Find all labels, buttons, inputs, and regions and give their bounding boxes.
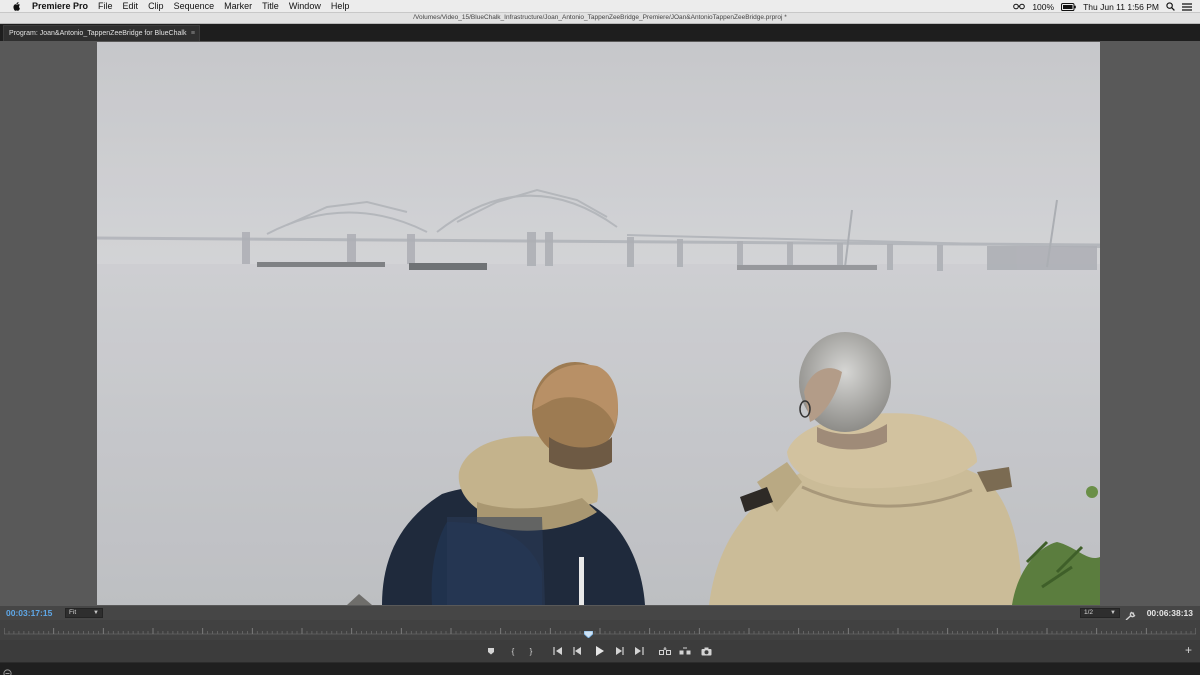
status-indicator-icon[interactable] [3, 665, 12, 675]
current-timecode[interactable]: 00:03:17:15 [6, 607, 52, 619]
spotlight-search-icon[interactable] [1166, 2, 1175, 11]
menu-edit[interactable]: Edit [123, 1, 139, 11]
go-to-out-icon[interactable] [633, 645, 645, 657]
menu-extras: 100% Thu Jun 11 1:56 PM [1013, 0, 1192, 13]
zoom-level-dropdown[interactable]: Fit ▼ [65, 608, 103, 618]
video-frame[interactable] [97, 42, 1100, 605]
playback-resolution-value: 1/2 [1084, 609, 1094, 616]
status-bar [0, 662, 1200, 675]
playback-resolution-dropdown[interactable]: 1/2 ▼ [1080, 608, 1120, 618]
panel-tab-bar: Program: Joan&Antonio_TappenZeeBridge fo… [0, 24, 1200, 41]
menu-help[interactable]: Help [331, 1, 350, 11]
menu-app-name[interactable]: Premiere Pro [32, 1, 88, 11]
monitor-info-bar: 00:03:17:15 Fit ▼ 1/2 ▼ 00:06:38:13 [0, 606, 1200, 621]
button-editor-plus[interactable]: + [1185, 644, 1192, 656]
notification-center-icon[interactable] [1182, 2, 1192, 11]
window-title: /Volumes/Video_15/BlueChalk_Infrastructu… [0, 13, 1200, 24]
menu-title[interactable]: Title [262, 1, 279, 11]
step-back-icon[interactable] [572, 645, 584, 657]
time-ruler[interactable] [0, 620, 1200, 640]
extract-icon[interactable] [679, 645, 691, 657]
mark-out-icon[interactable]: } [525, 645, 537, 657]
menu-file[interactable]: File [98, 1, 113, 11]
wrench-settings-icon[interactable] [1125, 608, 1136, 621]
ruler-ticks [4, 628, 1196, 635]
chevron-down-icon: ▼ [93, 610, 99, 616]
macos-menu-bar: Premiere Pro File Edit Clip Sequence Mar… [0, 0, 1200, 13]
playhead[interactable] [583, 625, 593, 639]
transport-controls: { } + [0, 640, 1200, 662]
play-icon[interactable] [593, 645, 605, 657]
go-to-in-icon[interactable] [552, 645, 564, 657]
program-monitor [0, 41, 1200, 606]
glasses-icon[interactable] [1013, 3, 1026, 10]
menu-sequence[interactable]: Sequence [174, 1, 215, 11]
menu-marker[interactable]: Marker [224, 1, 252, 11]
mark-in-icon[interactable]: { [507, 645, 519, 657]
apple-icon[interactable] [11, 1, 23, 11]
duration-timecode: 00:06:38:13 [1146, 608, 1193, 618]
tab-program-monitor-label: Program: Joan&Antonio_TappenZeeBridge fo… [9, 30, 187, 37]
zoom-level-value: Fit [69, 609, 77, 616]
lift-icon[interactable] [659, 645, 671, 657]
add-marker-icon[interactable] [485, 645, 497, 657]
clock-datetime[interactable]: Thu Jun 11 1:56 PM [1083, 2, 1159, 12]
video-frame-image [97, 42, 1100, 605]
battery-icon[interactable] [1061, 2, 1076, 11]
step-forward-icon[interactable] [613, 645, 625, 657]
chevron-down-icon: ▼ [1110, 610, 1116, 616]
battery-percent: 100% [1032, 1, 1055, 12]
menu-clip[interactable]: Clip [148, 1, 164, 11]
export-frame-icon[interactable] [700, 645, 712, 657]
menu-window[interactable]: Window [289, 1, 321, 11]
tab-program-monitor[interactable]: Program: Joan&Antonio_TappenZeeBridge fo… [3, 25, 200, 41]
panel-menu-icon[interactable]: ≡ [191, 26, 195, 41]
